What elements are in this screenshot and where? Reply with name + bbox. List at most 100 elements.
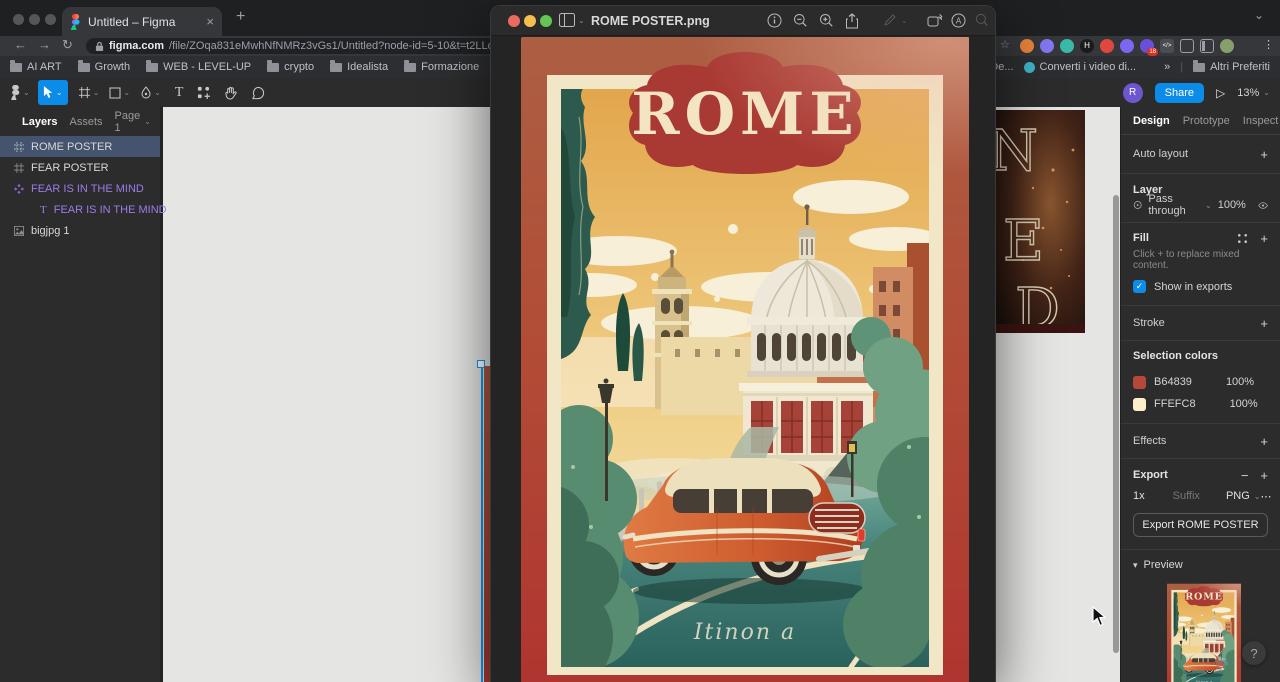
user-avatar[interactable]: R: [1122, 82, 1143, 103]
selection-color-row[interactable]: FFEFC8 100%: [1133, 393, 1268, 415]
puzzle-extensions-icon[interactable]: [1180, 39, 1194, 53]
layer-row-fear-text[interactable]: T FEAR IS IN THE MIND: [0, 199, 167, 220]
add-auto-layout-button[interactable]: +: [1260, 147, 1268, 162]
preview-sidebar-icon[interactable]: [559, 13, 575, 32]
info-icon[interactable]: [767, 13, 782, 33]
sidebar-toggle-icon[interactable]: [1200, 39, 1214, 53]
extension-icon[interactable]: [1120, 39, 1134, 53]
styles-grid-icon[interactable]: [1237, 233, 1248, 244]
highlight-circle-icon[interactable]: A: [951, 13, 966, 33]
tab-prototype[interactable]: Prototype: [1183, 115, 1230, 127]
export-format-select[interactable]: PNG ⌄: [1226, 490, 1261, 502]
layer-row-bigjpg[interactable]: bigjpg 1: [0, 220, 160, 241]
bookmark-star-icon[interactable]: ☆: [1000, 38, 1010, 51]
move-tool-button[interactable]: ⌄: [37, 80, 68, 105]
tab-layers[interactable]: Layers: [22, 116, 57, 128]
preview-app-window[interactable]: ⌄ ROME POSTER.png ⌄ A: [490, 5, 996, 682]
color-swatch[interactable]: [1133, 375, 1146, 389]
hand-tool-button[interactable]: [224, 86, 238, 100]
preview-titlebar[interactable]: ⌄ ROME POSTER.png ⌄ A: [491, 6, 995, 36]
preview-close-button[interactable]: [508, 15, 520, 27]
share-icon[interactable]: [845, 13, 859, 34]
blend-mode-select[interactable]: Pass through: [1148, 193, 1199, 217]
layer-opacity-input[interactable]: 100%: [1218, 199, 1246, 211]
layer-row-fear-poster[interactable]: FEAR POSTER: [0, 157, 160, 178]
zoom-in-icon[interactable]: [819, 13, 834, 33]
present-button[interactable]: ▷: [1216, 86, 1225, 100]
zoom-out-icon[interactable]: [793, 13, 808, 33]
extension-icon[interactable]: [1100, 39, 1114, 53]
tab-assets[interactable]: Assets: [69, 116, 102, 128]
layer-row-rome-poster[interactable]: ROME POSTER: [0, 136, 160, 157]
tab-overflow-chevron-icon[interactable]: ⌄: [1254, 8, 1264, 22]
window-zoom-button[interactable]: [45, 14, 56, 25]
canvas-scrollbar[interactable]: [1113, 195, 1119, 653]
text-tool-button[interactable]: T: [175, 85, 184, 101]
export-button[interactable]: Export ROME POSTER: [1133, 513, 1268, 537]
bookmark-folder[interactable]: Growth: [77, 59, 130, 73]
bookmark-folder[interactable]: WEB - LEVEL-UP: [146, 59, 251, 73]
color-opacity[interactable]: 100%: [1230, 398, 1258, 410]
export-suffix-input[interactable]: Suffix: [1173, 490, 1200, 502]
page-selector[interactable]: Page 1 ⌄: [115, 110, 151, 134]
tab-close-icon[interactable]: ×: [206, 15, 214, 28]
bookmark-folder[interactable]: Formazione: [404, 59, 479, 73]
bookmark-folder[interactable]: Idealista: [330, 59, 388, 73]
collapse-triangle-icon[interactable]: ▾: [1133, 560, 1138, 571]
window-close-button[interactable]: [13, 14, 24, 25]
zoom-control[interactable]: 13% ⌄: [1237, 87, 1270, 99]
tab-design[interactable]: Design: [1133, 115, 1170, 127]
help-button[interactable]: ?: [1242, 641, 1266, 665]
resources-tool-button[interactable]: [197, 86, 211, 99]
color-hex[interactable]: B64839: [1154, 376, 1192, 388]
pen-tool-button[interactable]: ⌄: [140, 86, 161, 99]
forward-icon[interactable]: →: [38, 37, 51, 52]
color-hex[interactable]: FFEFC8: [1154, 398, 1196, 410]
share-button[interactable]: Share: [1154, 82, 1205, 103]
export-scale-select[interactable]: 1x: [1133, 490, 1145, 502]
selection-color-row[interactable]: B64839 100%: [1133, 371, 1268, 393]
preview-minimize-button[interactable]: [524, 15, 536, 27]
extension-icon[interactable]: H: [1080, 39, 1094, 53]
layer-row-fear-component[interactable]: FEAR IS IN THE MIND: [0, 178, 160, 199]
extension-icon[interactable]: </>: [1160, 39, 1174, 53]
rotate-icon[interactable]: [927, 13, 943, 32]
comment-tool-button[interactable]: [251, 86, 265, 100]
bookmark-folder[interactable]: crypto: [267, 59, 314, 73]
window-minimize-button[interactable]: [29, 14, 40, 25]
color-swatch[interactable]: [1133, 397, 1146, 411]
add-effect-button[interactable]: +: [1260, 434, 1268, 449]
tab-inspect[interactable]: Inspect: [1243, 115, 1278, 127]
extension-icon[interactable]: [1040, 39, 1054, 53]
add-fill-button[interactable]: +: [1260, 231, 1268, 246]
extension-icon[interactable]: 18: [1140, 39, 1158, 56]
add-export-button[interactable]: +: [1260, 468, 1268, 483]
add-stroke-button[interactable]: +: [1260, 316, 1268, 331]
bookmarks-overflow-icon[interactable]: »: [1164, 61, 1170, 73]
back-icon[interactable]: ←: [14, 37, 27, 52]
main-menu-button[interactable]: ⌄: [10, 85, 30, 100]
reload-icon[interactable]: ↻: [62, 37, 73, 53]
search-icon[interactable]: [975, 13, 989, 32]
frame-tool-button[interactable]: ⌄: [78, 86, 99, 99]
markup-pencil-icon[interactable]: [883, 13, 897, 32]
extension-icon[interactable]: [1060, 39, 1074, 53]
preview-zoom-button[interactable]: [540, 15, 552, 27]
fear-poster-canvas-object[interactable]: N E D: [993, 110, 1085, 333]
shape-tool-button[interactable]: ⌄: [109, 87, 130, 99]
remove-export-button[interactable]: −: [1241, 468, 1249, 483]
extension-icon[interactable]: [1020, 39, 1034, 53]
bookmark-folder[interactable]: AI ART: [10, 59, 62, 73]
chrome-menu-icon[interactable]: ⋮: [1263, 38, 1274, 51]
bookmark-item[interactable]: Converti i video di...: [1023, 61, 1136, 73]
show-in-exports-checkbox[interactable]: ✓: [1133, 280, 1146, 293]
eye-icon[interactable]: [1258, 201, 1268, 210]
color-opacity[interactable]: 100%: [1226, 376, 1254, 388]
chevron-down-icon[interactable]: ⌄: [578, 16, 585, 25]
export-more-icon[interactable]: ⋯: [1260, 490, 1272, 503]
browser-tab[interactable]: Untitled – Figma ×: [62, 7, 222, 36]
figma-favicon: [71, 13, 80, 30]
other-bookmarks-folder[interactable]: Altri Preferiti: [1193, 59, 1270, 73]
new-tab-button[interactable]: +: [236, 8, 245, 26]
profile-avatar[interactable]: [1220, 39, 1234, 53]
